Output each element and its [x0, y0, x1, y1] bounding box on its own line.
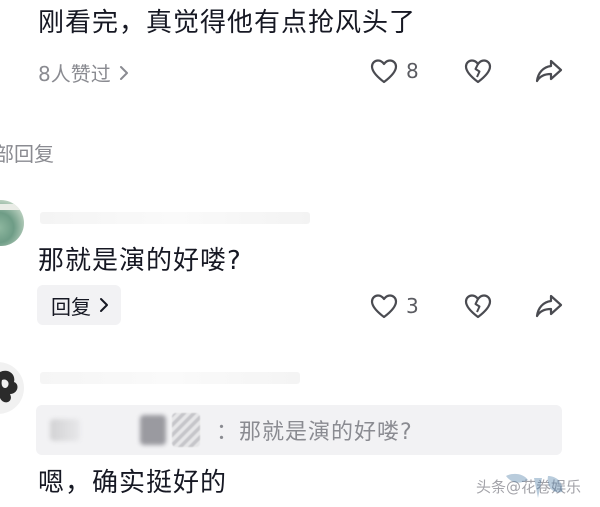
comment-text: 嗯，确实挺好的	[38, 468, 228, 498]
watermark-text: 头条@花卷娱乐	[476, 478, 582, 496]
blurred-quoted-username	[140, 415, 166, 445]
blurred-username	[40, 372, 300, 384]
broken-heart-icon[interactable]	[464, 58, 492, 84]
comment-text: 那就是演的好喽?	[38, 246, 242, 276]
broken-heart-icon[interactable]	[464, 293, 492, 319]
comment-text: 刚看完，真觉得他有点抢风头了	[38, 8, 417, 38]
blurred-quoted-username	[50, 419, 80, 441]
quoted-reply[interactable]: ：那就是演的好喽?	[36, 405, 562, 455]
liked-by-link[interactable]: 8人赞过	[38, 58, 129, 87]
blurred-quoted-username	[172, 413, 200, 447]
chevron-right-icon	[99, 297, 109, 313]
collapse-replies-link[interactable]: 部回复	[0, 138, 54, 167]
heart-icon[interactable]	[370, 58, 398, 84]
blurred-username	[40, 212, 310, 224]
chevron-right-icon	[119, 65, 129, 81]
reply-button[interactable]: 回复	[37, 285, 121, 325]
share-icon[interactable]	[535, 58, 563, 84]
avatar[interactable]	[0, 362, 24, 414]
heart-icon[interactable]	[370, 293, 398, 319]
like-count: 8	[406, 59, 419, 83]
watermark: 头条@花卷娱乐	[476, 476, 581, 497]
share-icon[interactable]	[535, 293, 563, 319]
reply-label: 回复	[51, 294, 91, 319]
like-count: 3	[406, 294, 419, 318]
liked-by-label: 8人赞过	[38, 62, 111, 86]
quoted-text: ：那就是演的好喽?	[216, 420, 413, 445]
avatar[interactable]	[0, 200, 24, 246]
